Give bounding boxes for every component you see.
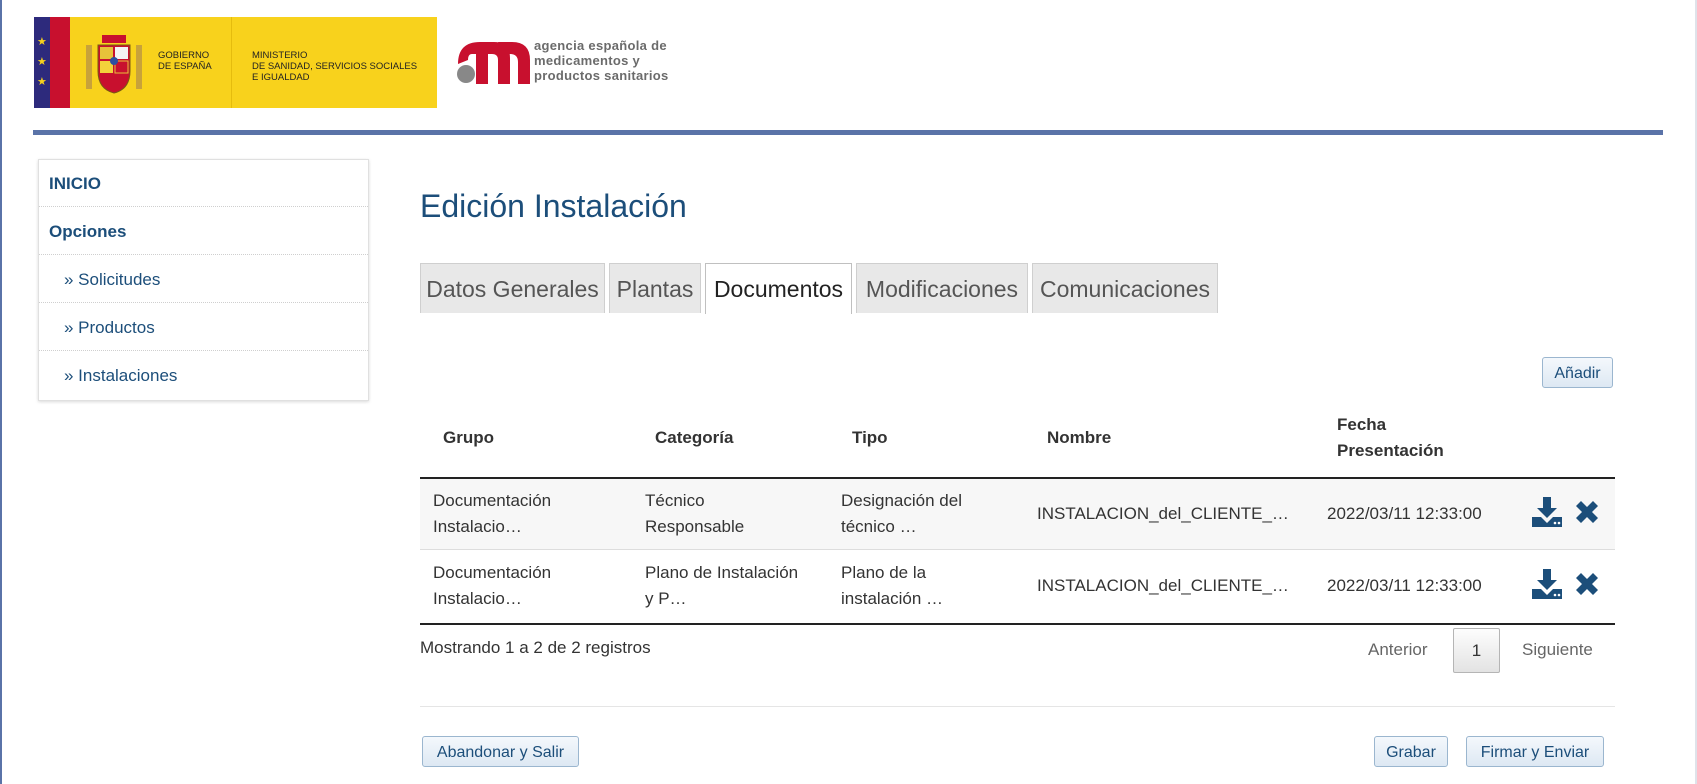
tab-documentos[interactable]: Documentos (705, 263, 852, 314)
aemps-logo-icon (457, 42, 530, 84)
section-divider (420, 706, 1615, 707)
page-title: Edición Instalación (420, 188, 687, 224)
delete-icon[interactable] (1572, 497, 1602, 527)
cell-nombre: INSTALACION_del_CLIENTE_… (1037, 576, 1289, 595)
sidebar-item-productos[interactable]: » Productos (39, 304, 368, 351)
column-header-grupo[interactable]: Grupo (443, 425, 494, 451)
header-rule (33, 130, 1663, 135)
sidebar-menu: INICIO Opciones » Solicitudes » Producto… (38, 159, 369, 401)
cell-grupo: Documentación Instalacio… (433, 491, 552, 536)
pagination-next[interactable]: Siguiente (1522, 640, 1593, 660)
tab-plantas[interactable]: Plantas (609, 263, 701, 313)
sidebar-item-inicio[interactable]: INICIO (39, 160, 368, 207)
download-icon[interactable] (1530, 495, 1564, 529)
government-logo-banner: ★ ★ ★ GOBIERNO DE ESPAÑA MINISTERIO DE S… (34, 17, 437, 108)
sidebar-item-solicitudes[interactable]: » Solicitudes (39, 256, 368, 303)
column-header-categoria[interactable]: Categoría (655, 425, 733, 451)
spain-flag-strip (50, 17, 70, 108)
tab-datos-generales[interactable]: Datos Generales (420, 263, 605, 313)
pagination-current-page[interactable]: 1 (1453, 628, 1500, 673)
column-header-fecha[interactable]: Fecha Presentación (1337, 412, 1467, 464)
agency-name: agencia española de medicamentos y produ… (534, 38, 669, 83)
table-info: Mostrando 1 a 2 de 2 registros (420, 638, 651, 657)
banner-divider (231, 17, 232, 108)
sidebar-item-instalaciones[interactable]: » Instalaciones (39, 352, 368, 399)
sidebar-item-opciones[interactable]: Opciones (39, 208, 368, 255)
save-button[interactable]: Grabar (1374, 736, 1448, 767)
abandon-exit-button[interactable]: Abandonar y Salir (422, 736, 579, 767)
star-icon: ★ (37, 56, 47, 68)
cell-categoria: Técnico Responsable (645, 491, 745, 536)
tab-comunicaciones[interactable]: Comunicaciones (1032, 263, 1218, 313)
gobierno-text: GOBIERNO DE ESPAÑA (158, 50, 212, 72)
delete-icon[interactable] (1572, 569, 1602, 599)
cell-nombre: INSTALACION_del_CLIENTE_… (1037, 504, 1289, 523)
ministry-text: MINISTERIO DE SANIDAD, SERVICIOS SOCIALE… (252, 50, 418, 83)
column-header-tipo[interactable]: Tipo (852, 425, 888, 451)
cell-tipo: Designación del técnico … (841, 491, 962, 536)
column-header-nombre[interactable]: Nombre (1047, 425, 1111, 451)
table-footer-rule (420, 623, 1615, 625)
cell-fecha: 2022/03/11 12:33:00 (1327, 504, 1482, 523)
add-document-button[interactable]: Añadir (1542, 357, 1613, 388)
window-left-edge (0, 0, 2, 784)
pagination-previous[interactable]: Anterior (1368, 640, 1428, 660)
cell-categoria: Plano de Instalación y P… (645, 563, 799, 608)
star-icon: ★ (37, 36, 47, 48)
coat-of-arms-icon (86, 35, 142, 94)
star-icon: ★ (37, 76, 47, 88)
tab-modificaciones[interactable]: Modificaciones (856, 263, 1028, 313)
cell-fecha: 2022/03/11 12:33:00 (1327, 576, 1482, 595)
sign-send-button[interactable]: Firmar y Enviar (1466, 736, 1604, 767)
cell-grupo: Documentación Instalacio… (433, 563, 552, 608)
eu-flag-strip: ★ ★ ★ (34, 17, 50, 108)
download-icon[interactable] (1530, 567, 1564, 601)
cell-tipo: Plano de la instalación … (841, 563, 944, 608)
